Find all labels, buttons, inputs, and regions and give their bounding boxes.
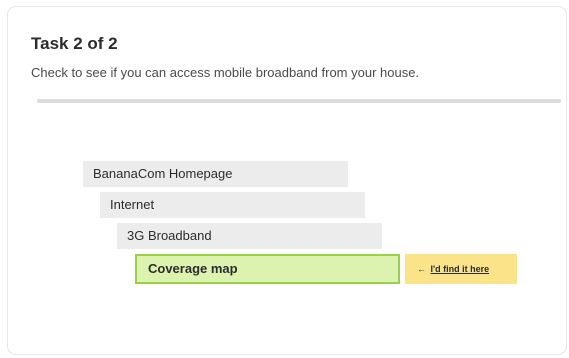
task-progress-fill <box>37 99 561 103</box>
tree-item-bananacom-homepage[interactable]: BananaCom Homepage <box>83 161 348 187</box>
task-card: Task 2 of 2 Check to see if you can acce… <box>7 6 567 355</box>
tree-item-coverage-map[interactable]: Coverage map <box>135 254 400 284</box>
tree-item-internet[interactable]: Internet <box>100 192 365 218</box>
found-it-here-tag[interactable]: ← I'd find it here <box>405 254 517 284</box>
task-progress-bar <box>37 99 561 103</box>
arrow-left-icon: ← <box>417 264 426 274</box>
task-title: Task 2 of 2 <box>31 34 118 53</box>
task-instruction: Check to see if you can access mobile br… <box>31 65 420 80</box>
tree-item-3g-broadband[interactable]: 3G Broadband <box>117 223 382 249</box>
found-it-here-link[interactable]: I'd find it here <box>431 264 490 274</box>
